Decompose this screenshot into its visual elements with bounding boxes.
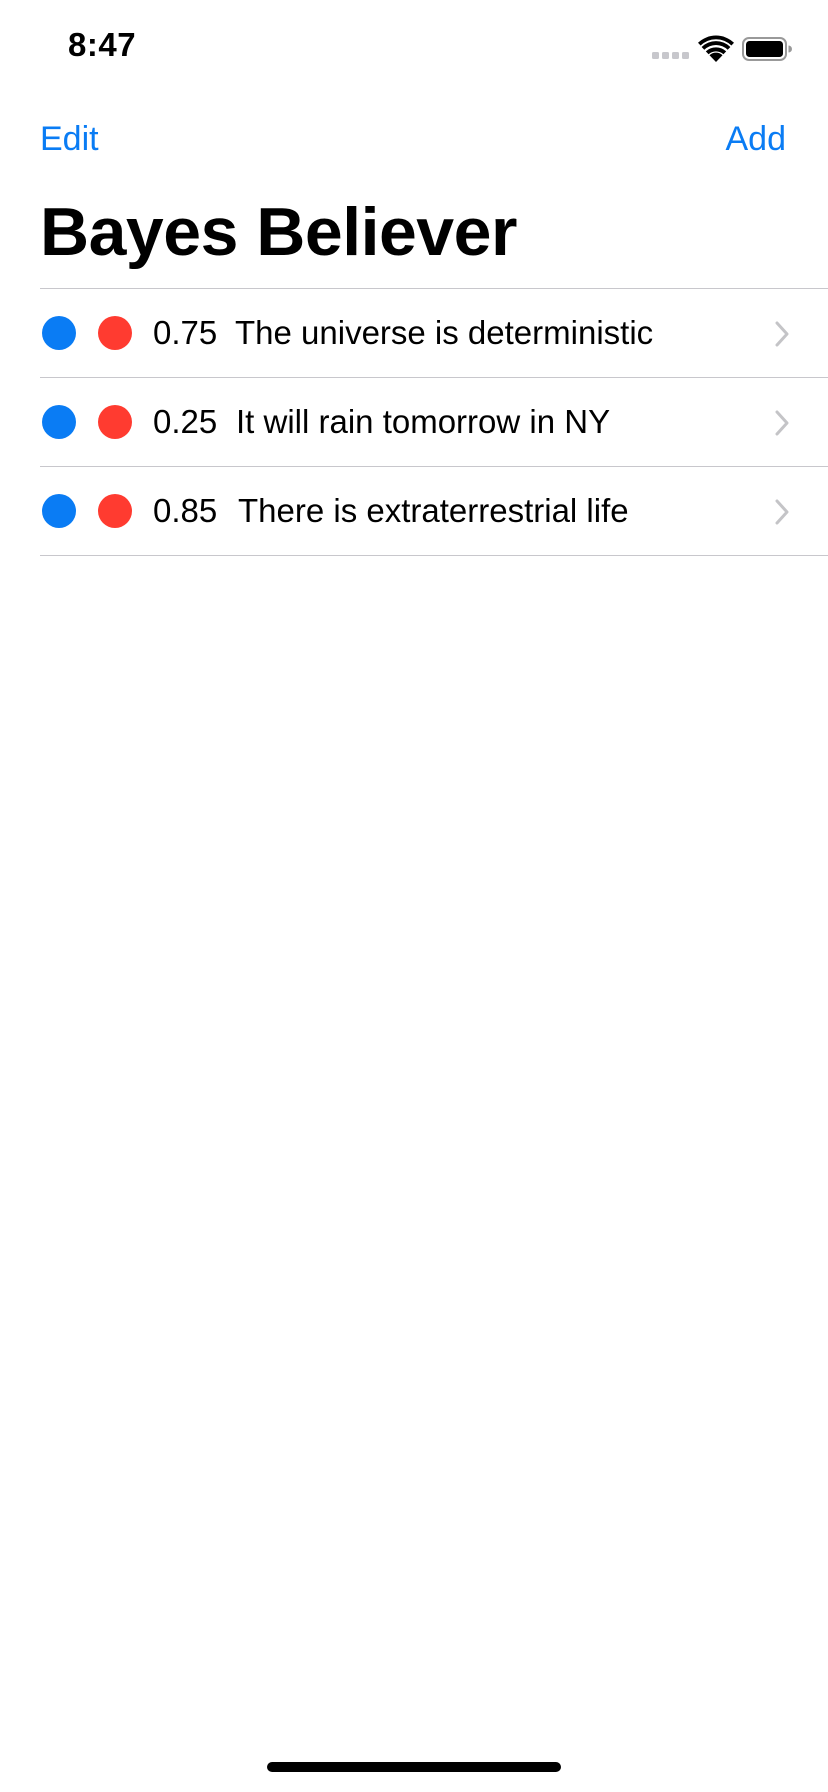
belief-text: It will rain tomorrow in NY <box>236 403 611 440</box>
status-bar: 8:47 <box>0 0 828 96</box>
red-dot-icon <box>98 494 132 528</box>
navigation-bar: Edit Add <box>0 96 828 192</box>
home-indicator[interactable] <box>267 1762 561 1772</box>
belief-value: 0.75 <box>153 314 218 351</box>
signal-icon <box>652 52 689 59</box>
chevron-right-icon <box>775 410 789 436</box>
edit-button[interactable]: Edit <box>40 120 99 159</box>
chevron-right-icon <box>775 321 789 347</box>
battery-icon <box>742 37 792 61</box>
page-title: Bayes Believer <box>40 194 517 270</box>
chevron-right-icon <box>775 499 789 525</box>
red-dot-icon <box>98 405 132 439</box>
blue-dot-icon <box>42 494 76 528</box>
list-item[interactable]: 0.25 It will rain tomorrow in NY <box>40 377 828 466</box>
belief-text: The universe is deterministic <box>235 314 654 351</box>
status-time: 8:47 <box>68 26 137 63</box>
belief-text: There is extraterrestrial life <box>238 492 629 529</box>
beliefs-list: 0.75 The universe is deterministic 0.25 … <box>0 288 828 556</box>
blue-dot-icon <box>42 316 76 350</box>
blue-dot-icon <box>42 405 76 439</box>
list-item[interactable]: 0.85 There is extraterrestrial life <box>40 466 828 556</box>
belief-value: 0.25 <box>153 403 218 440</box>
red-dot-icon <box>98 316 132 350</box>
belief-value: 0.85 <box>153 492 218 529</box>
wifi-icon <box>698 35 734 62</box>
add-button[interactable]: Add <box>726 120 787 159</box>
list-item[interactable]: 0.75 The universe is deterministic <box>40 288 828 377</box>
